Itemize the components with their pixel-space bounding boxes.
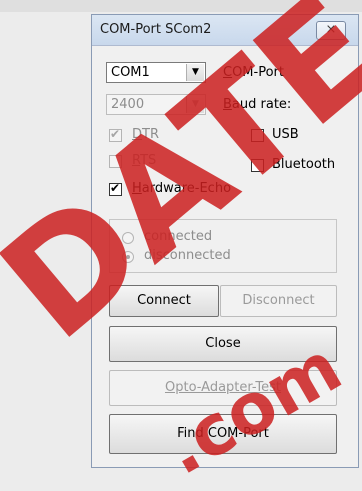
dtr-label: DTR — [132, 127, 159, 142]
com-port-value: COM1 — [111, 65, 150, 80]
close-icon: ⨯ — [325, 22, 337, 37]
com-port-dialog: COM-Port SCom2 ⨯ COM1 ▼ COM-Port 2400 ▼ … — [91, 14, 359, 468]
disconnected-label: disconnected — [144, 248, 231, 263]
com-port-label: COM-Port — [223, 65, 284, 80]
check-icon: ✔ — [110, 127, 121, 141]
baud-rate-label: Baud rate: — [223, 97, 292, 112]
dtr-checkbox[interactable]: ✔ — [109, 127, 122, 142]
window-title: COM-Port SCom2 — [100, 22, 212, 37]
background-strip — [0, 0, 362, 12]
disconnected-radio[interactable] — [122, 251, 134, 263]
close-button[interactable]: Close — [109, 326, 337, 362]
baud-rate-select[interactable]: 2400 ▼ — [106, 94, 206, 115]
connected-label: connected — [144, 229, 213, 244]
baud-rate-value: 2400 — [111, 97, 145, 112]
com-port-select[interactable]: COM1 ▼ — [106, 62, 206, 83]
close-window-button[interactable]: ⨯ — [316, 21, 346, 40]
rts-label: RTS — [132, 153, 157, 168]
disconnect-button[interactable]: Disconnect — [220, 285, 337, 317]
title-bar: COM-Port SCom2 ⨯ — [92, 15, 358, 46]
check-icon: ✔ — [110, 181, 121, 195]
find-com-port-button[interactable]: Find COM-Port — [109, 414, 337, 454]
chevron-down-icon[interactable]: ▼ — [186, 64, 204, 81]
hardware-echo-checkbox[interactable]: ✔ — [109, 181, 122, 196]
rts-checkbox[interactable] — [109, 155, 122, 168]
usb-checkbox[interactable] — [251, 129, 264, 142]
usb-label: USB — [272, 127, 299, 142]
connection-status-group: connected disconnected — [109, 219, 337, 273]
connect-button[interactable]: Connect — [109, 285, 219, 317]
chevron-down-icon[interactable]: ▼ — [186, 96, 204, 113]
opto-adapter-test-button[interactable]: Opto-Adapter-Test — [109, 370, 337, 406]
hardware-echo-label: Hardware-Echo — [132, 181, 232, 196]
radio-selected-dot — [126, 255, 130, 259]
connected-radio[interactable] — [122, 232, 134, 244]
bluetooth-label: Bluetooth — [272, 157, 336, 172]
bluetooth-checkbox[interactable] — [251, 159, 264, 172]
